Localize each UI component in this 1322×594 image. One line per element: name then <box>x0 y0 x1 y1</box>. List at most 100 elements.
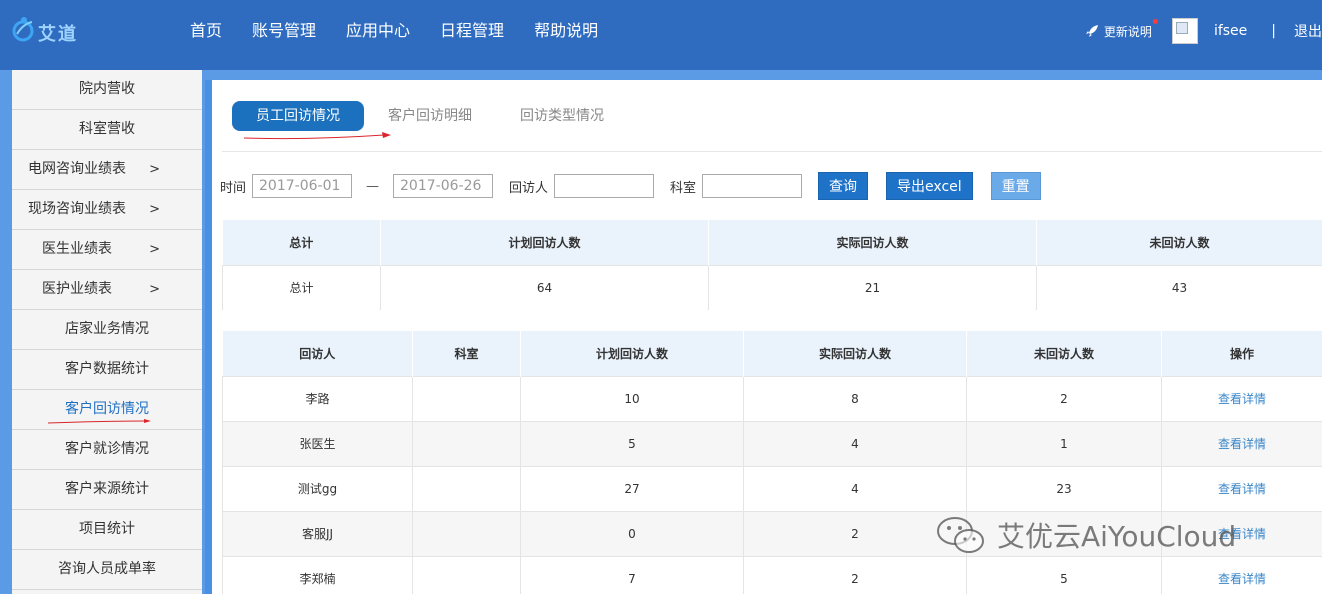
nav-home[interactable]: 首页 <box>175 0 237 62</box>
avatar[interactable] <box>1171 18 1198 44</box>
export-excel-button[interactable]: 导出excel <box>886 172 973 200</box>
sidebar-item-customer-visits[interactable]: 客户回访情况 <box>12 390 202 430</box>
table-cell <box>412 420 521 466</box>
table-cell: 1 <box>966 420 1162 466</box>
visitor-input[interactable] <box>554 174 655 198</box>
summary-table: 总计 计划回访人数 实际回访人数 未回访人数 总计 64 21 43 <box>222 220 1322 310</box>
sidebar-item-project-stats[interactable]: 项目统计 <box>12 510 202 550</box>
tab-divider <box>222 151 1322 152</box>
table-header: 操作 <box>1161 331 1322 376</box>
table-cell: 客服JJ <box>222 510 413 556</box>
table-cell: 7 <box>520 555 744 594</box>
table-cell <box>412 555 521 594</box>
nav-schedule[interactable]: 日程管理 <box>425 0 519 62</box>
table-cell: 2 <box>743 510 967 556</box>
sidebar-item-hospital-revenue[interactable]: 院内营收 <box>12 70 202 110</box>
chevron-right-icon: > <box>149 162 160 177</box>
sidebar-item-store-business[interactable]: 店家业务情况 <box>12 310 202 350</box>
chevron-right-icon: > <box>149 202 160 217</box>
sidebar-item-label: 科室营收 <box>79 121 135 137</box>
table-cell: 张医生 <box>222 420 413 466</box>
sidebar-item-label: 院内营收 <box>79 81 135 97</box>
sidebar: 院内营收 科室营收 电网咨询业绩表 > 现场咨询业绩表 > 医生业绩表 > 医护业绩表… <box>0 70 205 594</box>
sidebar-item-label: 医护业绩表 <box>42 281 112 297</box>
sidebar-item-label: 项目统计 <box>79 521 135 537</box>
table-cell: 64 <box>380 264 709 310</box>
sidebar-item-customer-source[interactable]: 客户来源统计 <box>12 470 202 510</box>
logo-text: 艾道 <box>38 24 78 45</box>
view-detail-link[interactable]: 查看详情 <box>1161 555 1322 594</box>
content-frame-top <box>205 70 1322 80</box>
table-cell: 李路 <box>222 375 413 421</box>
table-cell: 23 <box>966 465 1162 511</box>
username[interactable]: ifsee <box>1214 23 1247 39</box>
update-notes-label: 更新说明 <box>1103 24 1152 39</box>
header-separator: | <box>1271 23 1276 39</box>
sidebar-item-label: 现场咨询业绩表 <box>28 201 126 217</box>
table-cell: 总计 <box>222 264 381 310</box>
sidebar-item-onsite-consult[interactable]: 现场咨询业绩表 > <box>12 190 202 230</box>
view-detail-link[interactable]: 查看详情 <box>1161 420 1322 466</box>
sidebar-item-label: 客户数据统计 <box>65 361 149 377</box>
nav-help[interactable]: 帮助说明 <box>519 0 613 62</box>
sidebar-item-consultant-rate[interactable]: 咨询人员成单率 <box>12 550 202 590</box>
sidebar-item-label: 店家业务情况 <box>65 321 149 337</box>
tab-bar: 员工回访情况 客户回访明细 回访类型情况 <box>232 101 628 131</box>
update-notes-link[interactable]: 更新说明 <box>1084 18 1158 40</box>
sidebar-item-online-consult[interactable]: 电网咨询业绩表 > <box>12 150 202 190</box>
table-cell: 5 <box>520 420 744 466</box>
table-header: 实际回访人数 <box>708 220 1037 265</box>
reset-button[interactable]: 重置 <box>990 172 1041 200</box>
sidebar-item-label: 客户来源统计 <box>65 481 149 497</box>
visitor-label: 回访人 <box>509 180 549 196</box>
annotation-arrow-icon <box>243 132 391 140</box>
watermark: 艾优云AiYouCloud <box>935 513 1236 557</box>
table-header: 计划回访人数 <box>520 331 744 376</box>
sidebar-menu: 院内营收 科室营收 电网咨询业绩表 > 现场咨询业绩表 > 医生业绩表 > 医护业绩表… <box>12 70 202 594</box>
query-button[interactable]: 查询 <box>818 172 869 200</box>
sidebar-item-dept-revenue[interactable]: 科室营收 <box>12 110 202 150</box>
start-date-input[interactable]: 2017-06-01 <box>252 174 353 198</box>
table-cell <box>412 375 521 421</box>
table-cell: 0 <box>520 510 744 556</box>
sidebar-item-customer-treatment[interactable]: 客户就诊情况 <box>12 430 202 470</box>
sidebar-item-label: 客户就诊情况 <box>65 441 149 457</box>
table-cell: 21 <box>708 264 1037 310</box>
tab-visit-types[interactable]: 回访类型情况 <box>496 101 628 131</box>
sidebar-item-label: 咨询人员成单率 <box>58 561 156 577</box>
table-row: 测试gg 27 4 23 查看详情 <box>222 465 1322 511</box>
main-nav: 首页 账号管理 应用中心 日程管理 帮助说明 <box>175 0 613 62</box>
view-detail-link[interactable]: 查看详情 <box>1161 375 1322 421</box>
tab-customer-visit-detail[interactable]: 客户回访明细 <box>364 101 496 131</box>
annotation-arrow-icon <box>48 419 151 424</box>
table-row: 李郑楠 7 2 5 查看详情 <box>222 555 1322 594</box>
brand-logo[interactable]: 艾道 <box>12 14 92 50</box>
header-right: 更新说明 ifsee | 退出 <box>1084 0 1322 62</box>
sidebar-item-doctor[interactable]: 医生业绩表 > <box>12 230 202 270</box>
view-detail-link[interactable]: 查看详情 <box>1161 465 1322 511</box>
sidebar-item-nurse[interactable]: 医护业绩表 > <box>12 270 202 310</box>
table-header: 总计 <box>222 220 381 265</box>
chevron-right-icon: > <box>149 282 160 297</box>
table-header: 未回访人数 <box>966 331 1162 376</box>
nav-account[interactable]: 账号管理 <box>237 0 331 62</box>
watermark-text: 艾优云AiYouCloud <box>997 520 1237 553</box>
tab-staff-visits[interactable]: 员工回访情况 <box>232 101 364 131</box>
sidebar-item-label: 医生业绩表 <box>42 241 112 257</box>
end-date-input[interactable]: 2017-06-26 <box>393 174 494 198</box>
sidebar-item-customer-data[interactable]: 客户数据统计 <box>12 350 202 390</box>
chevron-right-icon: > <box>149 242 160 257</box>
top-header: 艾道 首页 账号管理 应用中心 日程管理 帮助说明 更新说明 ifsee | 退… <box>0 0 1322 70</box>
dept-input[interactable] <box>702 174 803 198</box>
time-label: 时间 <box>220 180 247 196</box>
table-row: 张医生 5 4 1 查看详情 <box>222 420 1322 466</box>
table-header: 实际回访人数 <box>743 331 967 376</box>
logout-link[interactable]: 退出 <box>1294 21 1322 41</box>
table-cell: 4 <box>743 420 967 466</box>
table-cell: 4 <box>743 465 967 511</box>
table-header: 科室 <box>412 331 521 376</box>
table-header: 回访人 <box>222 331 413 376</box>
table-cell: 27 <box>520 465 744 511</box>
table-cell: 李郑楠 <box>222 555 413 594</box>
nav-apps[interactable]: 应用中心 <box>331 0 425 62</box>
